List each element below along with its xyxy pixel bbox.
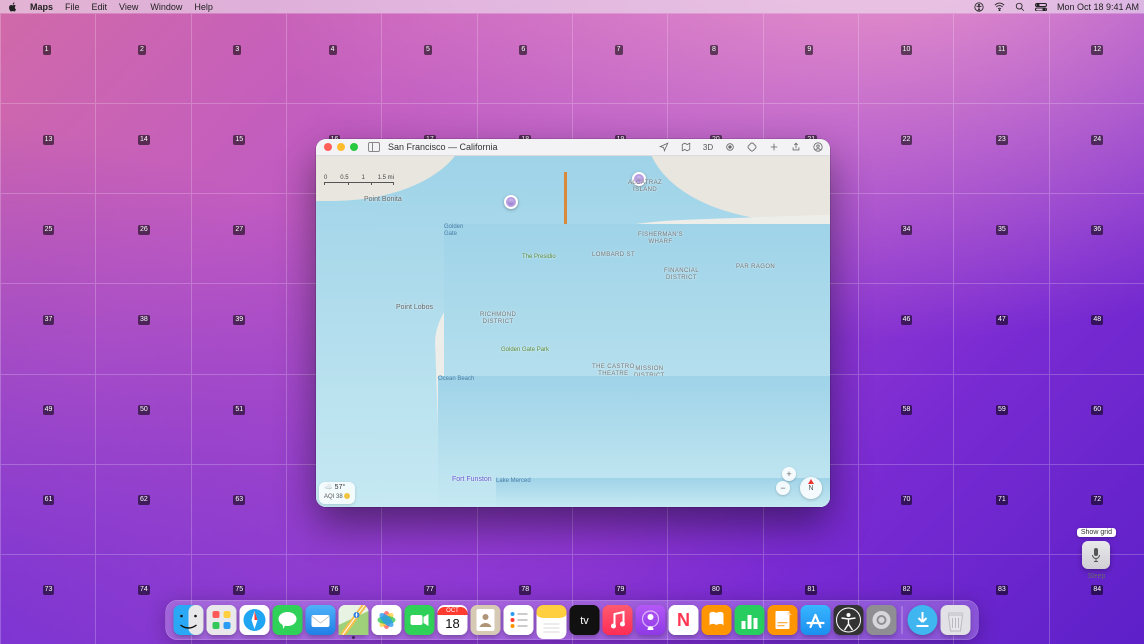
dock-reminders[interactable]: [504, 605, 534, 635]
zoom-in-button[interactable]: +: [782, 467, 796, 481]
menubar: Maps File Edit View Window Help Mon Oct …: [0, 0, 1144, 13]
directions-icon[interactable]: [746, 141, 758, 153]
mode-3d-button[interactable]: 3D: [702, 141, 714, 153]
compass[interactable]: N: [800, 477, 822, 499]
aqi-dot-icon: [344, 493, 350, 499]
file-menu[interactable]: File: [59, 0, 86, 13]
dock-tv[interactable]: tv: [570, 605, 600, 635]
dock-facetime[interactable]: [405, 605, 435, 635]
window-menu[interactable]: Window: [144, 0, 188, 13]
dock-finder[interactable]: [174, 605, 204, 635]
map-label: ALCATRAZ ISLAND: [628, 180, 662, 193]
dock-contacts[interactable]: [471, 605, 501, 635]
share-icon[interactable]: [790, 141, 802, 153]
app-name-menu[interactable]: Maps: [24, 0, 59, 13]
aqi-value: 38: [336, 494, 343, 500]
map-label: PAR RAGON: [736, 264, 775, 271]
map-label: Point Bonita: [364, 196, 402, 204]
dock-separator: [902, 606, 903, 634]
account-icon[interactable]: [812, 141, 824, 153]
scalebar-tick-label: 0: [324, 175, 327, 181]
dock-news[interactable]: N: [669, 605, 699, 635]
dock-accvoice[interactable]: [834, 605, 864, 635]
dock-calendar[interactable]: OCT18: [438, 605, 468, 635]
voice-control-state: Sleep: [1087, 573, 1105, 580]
map-label: FISHERMAN'S WHARF: [638, 232, 683, 245]
dock-mail[interactable]: [306, 605, 336, 635]
compass-label: N: [808, 485, 813, 492]
svg-text:tv: tv: [580, 615, 589, 627]
accessibility-status-icon[interactable]: [969, 0, 989, 13]
zoom-button[interactable]: [350, 143, 358, 151]
map-label: LOMBARD ST: [592, 252, 635, 259]
map-label: RICHMOND DISTRICT: [480, 312, 516, 325]
spotlight-icon[interactable]: [1010, 0, 1030, 13]
dock-sysprefs[interactable]: [867, 605, 897, 635]
dock-music[interactable]: [603, 605, 633, 635]
dock-notes[interactable]: [537, 605, 567, 635]
dock-photos[interactable]: [372, 605, 402, 635]
dock-appstore[interactable]: [801, 605, 831, 635]
view-menu[interactable]: View: [113, 0, 144, 13]
map-label: Point Lobos: [396, 304, 433, 312]
dock-numbers[interactable]: [735, 605, 765, 635]
voice-control-mic-button[interactable]: [1082, 541, 1110, 569]
window-title: San Francisco — California: [388, 142, 498, 152]
dock-downloads[interactable]: [908, 605, 938, 635]
wifi-status-icon[interactable]: [989, 0, 1010, 13]
voice-control-widget: Show grid Sleep: [1077, 528, 1116, 580]
voice-control-bubble: Show grid: [1077, 528, 1116, 537]
dock-messages[interactable]: [273, 605, 303, 635]
location-icon[interactable]: [658, 141, 670, 153]
dock-maps[interactable]: [339, 605, 369, 635]
look-around-icon[interactable]: [724, 141, 736, 153]
clock[interactable]: Mon Oct 18 9:41 AM: [1052, 0, 1144, 13]
aqi-label: AQI: [324, 494, 334, 500]
findmy-pin[interactable]: [504, 195, 518, 209]
map-label: The Presidio: [522, 254, 556, 261]
dock-launchpad[interactable]: [207, 605, 237, 635]
dock-pages[interactable]: [768, 605, 798, 635]
close-button[interactable]: [324, 143, 332, 151]
dock-podcasts[interactable]: [636, 605, 666, 635]
dock: OCT18 tv N: [166, 600, 979, 640]
zoom-out-button[interactable]: −: [776, 481, 790, 495]
map-label: Golden Gate Park: [501, 347, 549, 354]
add-icon[interactable]: [768, 141, 780, 153]
scalebar-tick-label: 1: [361, 175, 364, 181]
svg-text:N: N: [677, 610, 690, 630]
map-canvas[interactable]: 101 101 280 80 1 35 San Francisco Point …: [316, 156, 830, 507]
temperature: 57°: [335, 484, 346, 491]
scalebar-tick-label: 0.5: [340, 175, 348, 181]
sidebar-toggle-icon[interactable]: [368, 142, 380, 152]
map-label: FINANCIAL DISTRICT: [664, 268, 699, 281]
map-mode-icon[interactable]: [680, 141, 692, 153]
map-label: Fort Funston: [452, 476, 492, 484]
dock-books[interactable]: [702, 605, 732, 635]
scalebar: 0 0.5 1 1.5 mi: [324, 175, 394, 185]
titlebar[interactable]: San Francisco — California 3D: [316, 139, 830, 156]
scalebar-tick-label: 1.5 mi: [378, 175, 394, 181]
maps-window: San Francisco — California 3D: [316, 139, 830, 507]
help-menu[interactable]: Help: [188, 0, 219, 13]
weather-chip[interactable]: ☁️ 57° AQI 38: [319, 482, 355, 504]
apple-menu[interactable]: [0, 0, 24, 13]
dock-trash[interactable]: [941, 605, 971, 635]
minimize-button[interactable]: [337, 143, 345, 151]
edit-menu[interactable]: Edit: [86, 0, 114, 13]
dock-safari[interactable]: [240, 605, 270, 635]
control-center-icon[interactable]: [1030, 0, 1052, 13]
